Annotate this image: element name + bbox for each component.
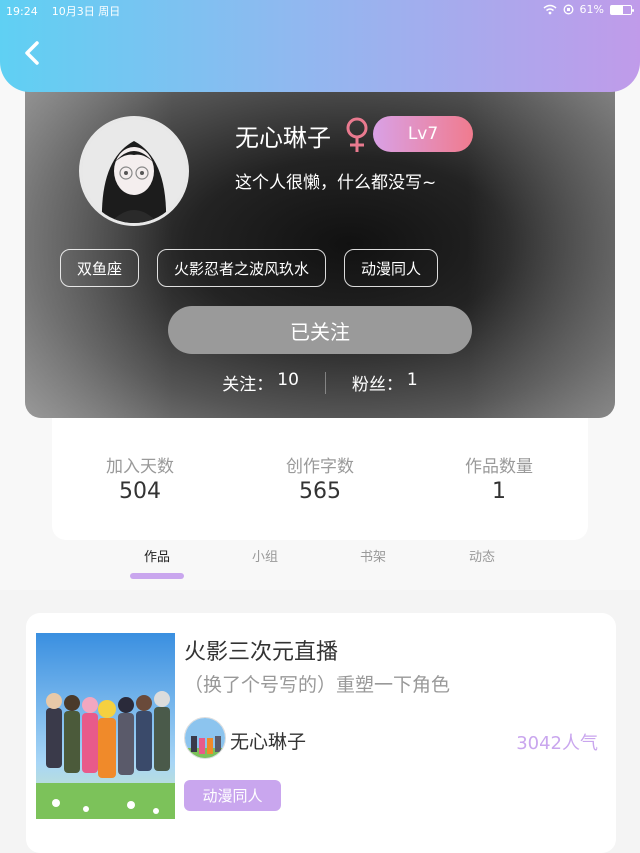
- stat-value: 504: [119, 479, 161, 504]
- stat-word-count: 创作字数 565: [250, 452, 390, 504]
- stat-label: 创作字数: [286, 457, 354, 477]
- stat-divider: [324, 371, 326, 394]
- work-cover-image[interactable]: [36, 633, 175, 819]
- orientation-lock-icon: [563, 4, 573, 15]
- follow-button[interactable]: 已关注: [168, 306, 472, 354]
- level-badge: Lv7: [373, 116, 473, 152]
- tab-bookshelf[interactable]: 书架: [333, 546, 413, 565]
- work-card[interactable]: 火影三次元直播 （换了个号写的）重塑一下角色 无心琳子 3042人气 动漫同人: [26, 613, 616, 853]
- stat-join-days: 加入天数 504: [70, 452, 210, 504]
- author-name[interactable]: 无心琳子: [230, 727, 306, 754]
- fans-stat[interactable]: 粉丝： 1: [352, 370, 418, 395]
- popularity-count: 3042人气: [516, 733, 598, 754]
- battery-icon: [610, 4, 634, 15]
- stat-label: 加入天数: [106, 457, 174, 477]
- chevron-left-icon[interactable]: [18, 38, 48, 68]
- tab-works[interactable]: 作品: [117, 546, 197, 565]
- status-date: 10月3日 周日: [51, 5, 121, 18]
- work-title[interactable]: 火影三次元直播: [184, 634, 338, 666]
- active-tab-indicator: [130, 573, 184, 579]
- following-stat[interactable]: 关注： 10: [222, 370, 299, 395]
- stat-value: 565: [299, 479, 341, 504]
- tab-activity[interactable]: 动态: [442, 546, 522, 565]
- fans-label: 粉丝：: [351, 375, 403, 395]
- profile-tag[interactable]: 双鱼座: [60, 249, 140, 287]
- avatar[interactable]: [79, 116, 189, 226]
- work-category-tag[interactable]: 动漫同人: [184, 780, 281, 811]
- profile-tabs: 作品 小组 书架 动态: [0, 546, 640, 586]
- tab-groups[interactable]: 小组: [225, 546, 305, 565]
- battery-percent: 61%: [579, 3, 604, 16]
- profile-nickname: 无心琳子: [235, 124, 331, 152]
- stat-label: 作品数量: [465, 457, 533, 477]
- following-label: 关注：: [222, 375, 274, 395]
- follow-stats: 关注： 10 粉丝： 1: [25, 370, 615, 395]
- status-indicators: 61%: [543, 3, 634, 16]
- status-time-date: 19:24 10月3日 周日: [6, 3, 120, 19]
- female-icon: [346, 117, 368, 152]
- author-avatar[interactable]: [184, 717, 226, 759]
- status-bar: 19:24 10月3日 周日 61%: [0, 0, 640, 20]
- profile-tags: 双鱼座 火影忍者之波风玖水 动漫同人: [60, 249, 439, 287]
- fans-count: 1: [406, 370, 418, 390]
- stat-works-count: 作品数量 1: [429, 452, 569, 504]
- following-count: 10: [277, 370, 299, 390]
- status-time: 19:24: [6, 5, 38, 18]
- wifi-icon: [543, 4, 557, 15]
- profile-signature: 这个人很懒，什么都没写~: [235, 173, 437, 193]
- profile-tag[interactable]: 动漫同人: [344, 249, 439, 287]
- battery-level: [611, 5, 624, 14]
- profile-card: 无心琳子 Lv7 这个人很懒，什么都没写~ 双鱼座 火影忍者之波风玖水 动漫同人…: [25, 70, 615, 418]
- work-description: （换了个号写的）重塑一下角色: [184, 674, 451, 696]
- stats-card: 加入天数 504 创作字数 565 作品数量 1: [52, 418, 588, 540]
- profile-tag[interactable]: 火影忍者之波风玖水: [157, 249, 327, 287]
- stat-value: 1: [492, 479, 506, 504]
